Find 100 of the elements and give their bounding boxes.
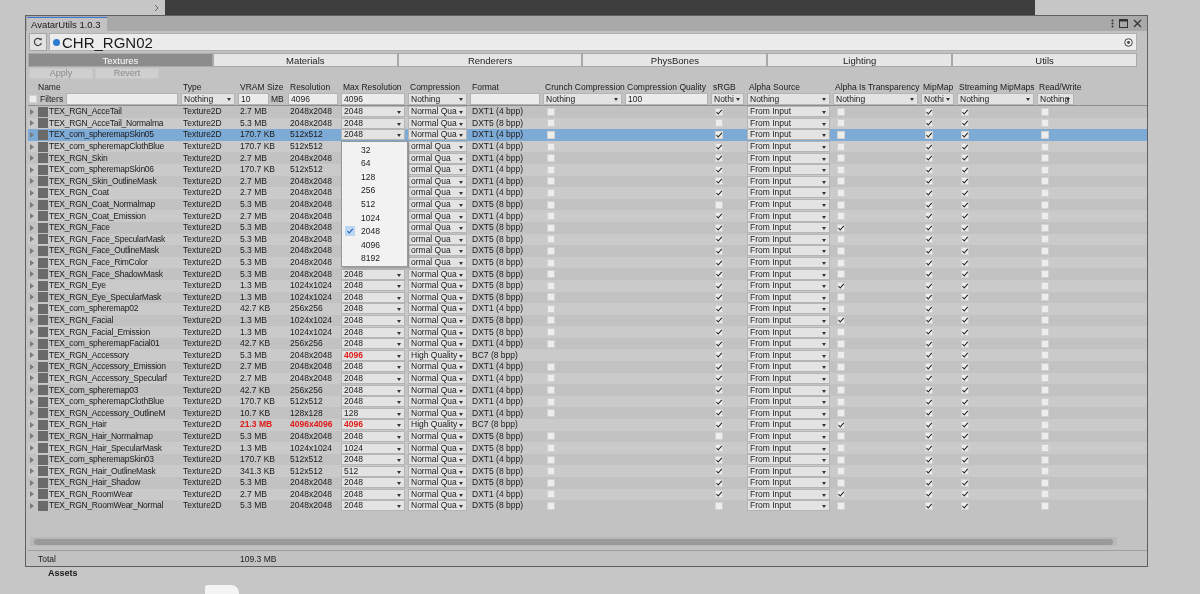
max-resolution-dropdown[interactable]: 2048 [341,454,405,466]
checkbox[interactable] [715,258,723,267]
compression-dropdown[interactable]: Normal Qua [408,326,467,338]
name-filter-field[interactable] [66,93,178,105]
compression-dropdown[interactable]: Normal Qua [408,303,467,315]
max-resolution-dropdown[interactable]: 2048 [341,280,405,292]
compression-dropdown[interactable]: Normal Qua [408,291,467,303]
checkbox[interactable] [925,293,933,302]
max-resolution-dropdown[interactable]: 2048 [341,338,405,350]
alpha-source-dropdown[interactable]: From Input [747,477,830,489]
checkbox[interactable] [715,397,723,406]
column-header[interactable]: Crunch Compression [543,81,625,92]
crunch-filter-dropdown[interactable]: Nothing [543,93,622,105]
alpha-source-dropdown[interactable]: From Input [747,210,830,222]
checkbox[interactable] [961,142,969,151]
compression-dropdown[interactable]: ormal Qua [408,222,467,234]
alpha-source-dropdown[interactable]: From Input [747,199,830,211]
max-resolution-dropdown[interactable]: 2048 [341,106,405,118]
alpha-source-dropdown[interactable]: From Input [747,372,830,384]
checkbox[interactable] [715,455,723,464]
max-resolution-dropdown[interactable]: 2048 [341,117,405,129]
alpha-source-dropdown[interactable]: From Input [747,233,830,245]
object-field[interactable]: CHR_RGN02 [49,33,1137,51]
checkbox[interactable] [925,258,933,267]
compression-dropdown[interactable]: Normal Qua [408,361,467,373]
checkbox[interactable] [925,502,933,510]
max-resolution-dropdown[interactable]: 2048 [341,129,405,141]
checkbox[interactable] [961,397,969,406]
tab[interactable]: Lighting [767,53,953,67]
compression-dropdown[interactable]: ormal Qua [408,187,467,199]
compression-dropdown[interactable]: Normal Qua [408,465,467,477]
column-header[interactable]: MipMap [921,81,957,92]
compression-dropdown[interactable]: Normal Qua [408,477,467,489]
checkbox[interactable] [715,444,723,452]
compression-dropdown[interactable]: ormal Qua [408,152,467,164]
table-row[interactable]: TEX_RGN_Hair Texture2D 21.3 MB 4096x4096 4096 High Quality BC7 (8 bpp) From Input [28,419,1147,431]
panel-title[interactable]: Assets [48,568,78,578]
checkbox[interactable] [925,339,933,348]
checkbox[interactable] [925,119,933,128]
table-row[interactable]: TEX_RGN_Facial_Emission Texture2D 1.3 MB 1024x1024 2048 Normal Qua DXT5 (8 bpp) From Input [28,326,1147,338]
checkbox[interactable] [715,351,723,360]
checkbox[interactable] [715,490,723,499]
checkbox[interactable] [925,490,933,499]
checkbox[interactable] [715,409,723,418]
max-resolution-dropdown[interactable]: 512 [341,465,405,477]
alpha-source-dropdown[interactable]: From Input [747,222,830,234]
type-filter-dropdown[interactable]: Nothing [181,93,235,105]
column-header[interactable]: Type [181,81,238,92]
checkbox[interactable] [961,351,969,360]
checkbox[interactable] [961,339,969,348]
max-resolution-dropdown[interactable]: 2048 [341,268,405,280]
checkbox[interactable] [925,397,933,406]
column-header[interactable]: Alpha Is Transparency [833,81,921,92]
srgb-filter-dropdown[interactable]: Nothi [711,93,744,105]
column-header[interactable]: Compression [408,81,470,92]
compression-dropdown[interactable]: ormal Qua [408,233,467,245]
alpha-source-dropdown[interactable]: From Input [747,384,830,396]
refresh-button[interactable] [29,33,47,51]
alpha-source-dropdown[interactable]: From Input [747,303,830,315]
checkbox[interactable] [961,293,969,302]
tab[interactable]: Materials [212,53,398,67]
compression-dropdown[interactable]: Normal Qua [408,372,467,384]
close-icon[interactable] [1133,19,1142,28]
alpha-source-dropdown[interactable]: From Input [747,315,830,326]
max-resolution-dropdown[interactable]: 2048 [341,430,405,442]
checkbox[interactable] [961,258,969,267]
compression-dropdown[interactable]: Normal Qua [408,384,467,396]
alpha-source-dropdown[interactable]: From Input [747,338,830,350]
alpha-source-dropdown[interactable]: From Input [747,268,830,280]
alpha-source-dropdown[interactable]: From Input [747,488,830,500]
compression-dropdown[interactable]: Normal Qua [408,129,467,141]
checkbox[interactable] [925,409,933,418]
checkbox[interactable] [925,316,933,325]
max-resolution-dropdown[interactable]: 2048 [341,326,405,338]
max-resolution-dropdown[interactable]: 2048 [341,477,405,489]
max-resolution-dropdown[interactable]: 2048 [341,488,405,500]
compression-dropdown[interactable]: ormal Qua [408,245,467,257]
checkbox[interactable] [837,316,845,325]
max-resolution-dropdown[interactable]: 2048 [341,384,405,396]
more-options-icon[interactable] [1111,19,1114,28]
alpha-source-dropdown[interactable]: From Input [747,129,830,141]
compression-dropdown[interactable]: Normal Qua [408,117,467,129]
tab[interactable]: Renderers [397,53,583,67]
column-header[interactable]: sRGB [711,81,747,92]
compression-dropdown[interactable]: High Quality [408,419,467,431]
checkbox[interactable] [715,235,723,244]
compression-dropdown[interactable]: Normal Qua [408,488,467,500]
column-header[interactable]: Streaming MipMaps [957,81,1037,92]
max-resolution-dropdown[interactable]: 2048 [341,500,405,512]
alpha-source-dropdown[interactable]: From Input [747,407,830,419]
menu-item[interactable]: 512 [342,197,407,211]
maximize-icon[interactable] [1119,19,1128,28]
compression-dropdown[interactable]: Normal Qua [408,268,467,280]
compression-dropdown[interactable]: Normal Qua [408,280,467,292]
checkbox[interactable] [925,455,933,464]
checkbox[interactable] [715,142,723,151]
alpha-source-dropdown[interactable]: From Input [747,396,830,408]
checkbox[interactable] [925,444,933,452]
checkbox[interactable] [961,432,969,441]
compression-dropdown[interactable]: ormal Qua [408,164,467,176]
